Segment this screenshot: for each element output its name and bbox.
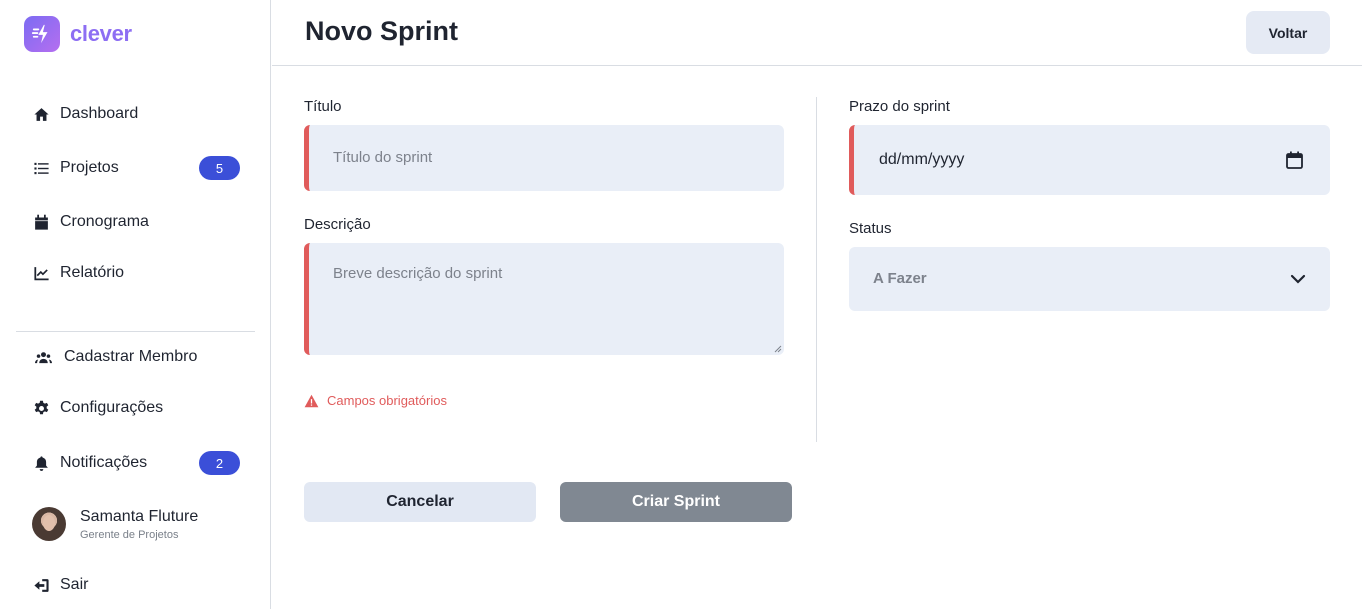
lightning-icon <box>24 16 60 52</box>
bell-icon <box>32 454 50 472</box>
user-profile[interactable]: Samanta Fluture Gerente de Projetos <box>32 507 198 541</box>
calendar-picker-icon[interactable] <box>1286 151 1303 169</box>
sidebar-item-cadastrar-membro[interactable]: Cadastrar Membro <box>32 344 240 370</box>
description-label: Descrição <box>304 216 371 233</box>
title-label: Título <box>304 98 342 115</box>
status-label: Status <box>849 220 892 237</box>
description-textarea[interactable]: Breve descrição do sprint <box>304 243 784 355</box>
sidebar-item-label: Relatório <box>60 264 125 281</box>
projects-count-badge: 5 <box>199 156 240 180</box>
sidebar-item-relatorio[interactable]: Relatório <box>32 260 240 286</box>
sidebar-item-label: Cadastrar Membro <box>64 348 198 365</box>
sidebar-item-label: Configurações <box>60 399 164 416</box>
sidebar: clever Dashboard Projetos 5 Cronograma R… <box>0 0 271 609</box>
back-button[interactable]: Voltar <box>1246 11 1330 54</box>
sidebar-item-dashboard[interactable]: Dashboard <box>32 101 240 127</box>
title-placeholder: Título do sprint <box>333 149 433 166</box>
users-icon <box>32 348 54 366</box>
sidebar-item-label: Dashboard <box>60 105 139 122</box>
page-header: Novo Sprint Voltar <box>272 0 1362 66</box>
error-text: Campos obrigatórios <box>327 393 447 408</box>
notifications-count-badge: 2 <box>199 451 240 475</box>
sidebar-item-label: Cronograma <box>60 213 149 230</box>
resize-handle-icon[interactable] <box>774 345 782 353</box>
logout-button[interactable]: Sair <box>32 572 240 598</box>
sidebar-item-configuracoes[interactable]: Configurações <box>32 395 240 421</box>
sidebar-item-label: Notificações <box>60 454 148 471</box>
title-input[interactable]: Título do sprint <box>304 125 784 191</box>
deadline-label: Prazo do sprint <box>849 98 950 115</box>
create-sprint-button[interactable]: Criar Sprint <box>560 482 792 522</box>
logout-label: Sair <box>60 576 89 593</box>
gear-icon <box>32 399 50 417</box>
page-title: Novo Sprint <box>305 16 458 46</box>
required-fields-error: Campos obrigatórios <box>304 393 447 408</box>
calendar-icon <box>32 213 50 231</box>
deadline-value: dd/mm/yyyy <box>879 151 965 168</box>
brand-name: clever <box>70 21 132 46</box>
cancel-button[interactable]: Cancelar <box>304 482 536 522</box>
status-selected-value: A Fazer <box>873 270 927 287</box>
chart-line-icon <box>32 264 50 282</box>
description-placeholder: Breve descrição do sprint <box>333 265 503 282</box>
avatar <box>32 507 66 541</box>
warning-icon <box>304 394 319 407</box>
sidebar-item-cronograma[interactable]: Cronograma <box>32 209 240 235</box>
status-select[interactable]: A Fazer <box>849 247 1330 311</box>
chevron-down-icon <box>1290 274 1306 284</box>
deadline-date-input[interactable]: dd/mm/yyyy <box>849 125 1330 195</box>
home-icon <box>32 105 50 123</box>
brand-logo[interactable]: clever <box>24 16 132 52</box>
sidebar-divider <box>16 331 255 332</box>
sidebar-item-notificacoes[interactable]: Notificações 2 <box>32 450 240 476</box>
column-divider <box>816 97 817 442</box>
sign-out-icon <box>32 576 50 594</box>
sidebar-item-projetos[interactable]: Projetos 5 <box>32 155 240 181</box>
user-name: Samanta Fluture <box>80 507 199 525</box>
user-role: Gerente de Projetos <box>80 528 179 541</box>
sidebar-item-label: Projetos <box>60 159 119 176</box>
list-icon <box>32 159 50 177</box>
